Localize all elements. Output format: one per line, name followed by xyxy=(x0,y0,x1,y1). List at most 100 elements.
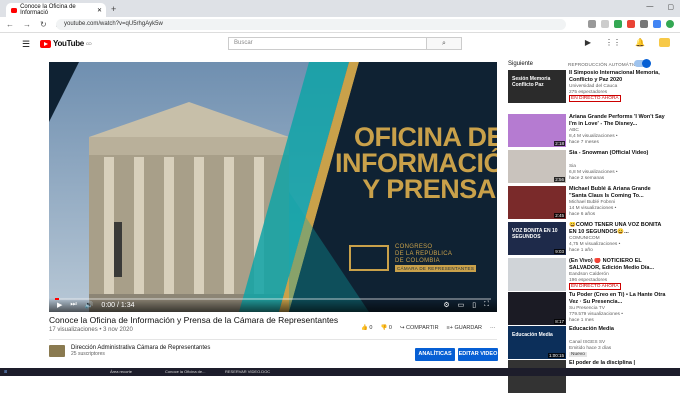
video-thumbnail[interactable] xyxy=(508,360,566,393)
up-next-label: Siguiente xyxy=(508,61,534,67)
edit-video-button[interactable]: EDITAR VIDEO xyxy=(458,348,498,361)
taskbar-item[interactable]: Conoce la Oficina de... xyxy=(165,369,205,375)
related-video[interactable]: Sesión Memoria Conflicto Paz II Simposio … xyxy=(508,70,668,104)
related-channel: COMUNICOM xyxy=(569,236,600,241)
play-icon[interactable]: ▶ xyxy=(57,301,62,309)
search-button[interactable]: ⌕ xyxy=(426,37,462,50)
close-tab-icon[interactable]: ✕ xyxy=(97,7,102,14)
avatar[interactable] xyxy=(659,38,670,47)
taskbar-item[interactable]: Área recorte xyxy=(110,369,132,375)
browser-tab[interactable]: Conoce la Oficina de Informació ✕ xyxy=(6,3,106,17)
related-video[interactable]: 2:18 Ariana Grande Performs 'I Won't Say … xyxy=(508,114,668,148)
extensions xyxy=(588,20,674,28)
like-button[interactable]: 👍 0 xyxy=(361,325,372,331)
video-player[interactable]: OFICINA DE INFORMACIÓN Y PRENSA CONGRESO… xyxy=(49,62,497,312)
related-title[interactable]: 😀COMO TENER UNA VOZ BONITA EN 10 SEGUNDO… xyxy=(569,222,669,235)
related-video[interactable]: (En Vivo) 🔴 NOTICIERO EL SALVADOR, Edici… xyxy=(508,258,668,292)
settings-icon[interactable]: ⚙ xyxy=(443,301,449,309)
theater-icon[interactable]: ▯ xyxy=(472,301,476,309)
save-button[interactable]: ≡+ GUARDAR xyxy=(447,325,482,331)
related-age: hace 1 año xyxy=(569,248,593,253)
video-thumbnail[interactable]: 2:18 xyxy=(508,114,566,147)
related-title[interactable]: Educación Media xyxy=(569,326,669,333)
next-icon[interactable]: ⏭ xyxy=(70,301,76,309)
congreso-line: DE COLOMBIA xyxy=(395,258,440,264)
related-video[interactable]: 2:56 Sia - Snowman (Official Video) Sia 6,8… xyxy=(508,150,668,184)
related-video[interactable]: VOZ BONITA EN 10 SEGUNDOS 9:03 😀COMO TENER… xyxy=(508,222,668,256)
autoplay-toggle[interactable] xyxy=(634,59,651,68)
youtube-favicon-icon xyxy=(11,7,18,13)
channel-avatar[interactable] xyxy=(49,345,65,357)
search-input[interactable]: Buscar xyxy=(228,37,448,50)
related-title[interactable]: El poder de la disciplina | xyxy=(569,360,669,367)
video-thumbnail[interactable]: Sesión Memoria Conflicto Paz xyxy=(508,70,566,103)
related-title[interactable]: (En Vivo) 🔴 NOTICIERO EL SALVADOR, Edici… xyxy=(569,258,669,271)
video-thumbnail[interactable]: 2:45 xyxy=(508,186,566,219)
thumbs-down-icon: 👎 xyxy=(380,325,388,331)
congreso-line: CONGRESO xyxy=(395,244,433,250)
star-icon[interactable] xyxy=(601,20,609,28)
menu-icon[interactable]: ☰ xyxy=(22,39,30,50)
notifications-icon[interactable]: 🔔 xyxy=(635,38,645,47)
related-age: EN DIRECTO AHORA xyxy=(569,95,621,102)
related-video[interactable]: 8:17 Tu Poder (Creo en Ti) • La Hante Otr… xyxy=(508,292,668,326)
profile-icon[interactable] xyxy=(666,20,674,28)
video-thumbnail[interactable]: 8:17 xyxy=(508,292,566,325)
related-video[interactable]: Educación Media 1:00:15 Educación Media Can… xyxy=(508,326,668,360)
new-tab-icon[interactable]: + xyxy=(111,4,116,14)
video-thumbnail[interactable] xyxy=(508,258,566,291)
extension-icon[interactable] xyxy=(614,20,622,28)
maximize-icon[interactable]: ▢ xyxy=(667,3,674,11)
back-icon[interactable]: ← xyxy=(6,20,14,29)
taskbar-item[interactable]: RESERVAR VIDEO.DOC xyxy=(225,369,270,375)
thumbs-up-icon: 👍 xyxy=(361,325,368,331)
channel-row: Dirección Administrativa Cámara de Repre… xyxy=(49,345,210,357)
related-views: 14 M visualizaciones • xyxy=(569,206,617,211)
related-channel: Su Presencia TV xyxy=(569,306,605,311)
video-thumbnail[interactable]: Educación Media 1:00:15 xyxy=(508,326,566,359)
autoplay-label: REPRODUCCIÓN AUTOMÁTICA xyxy=(568,62,641,67)
extension-icon[interactable] xyxy=(588,20,596,28)
url-field[interactable]: youtube.com/watch?v=qU5rhgAyk5w xyxy=(56,19,566,30)
more-button[interactable]: ··· xyxy=(490,325,496,331)
video-duration: 9:03 xyxy=(554,249,565,254)
apps-icon[interactable]: ⋮⋮ xyxy=(605,38,621,47)
create-video-icon[interactable]: ▶ xyxy=(585,38,591,47)
start-icon[interactable]: ⊞ xyxy=(4,369,7,375)
progress-bar[interactable] xyxy=(55,298,491,300)
browser-tab-bar: Conoce la Oficina de Informació ✕ + — ▢ xyxy=(0,0,680,17)
related-title[interactable]: Ariana Grande Performs 'I Won't Say I'm … xyxy=(569,114,669,127)
channel-subscribers: 25 suscriptores xyxy=(71,351,105,357)
related-video[interactable]: 2:45 Michael Bublé & Ariana Grande "Santa… xyxy=(508,186,668,220)
minimize-icon[interactable]: — xyxy=(646,3,653,11)
extension-icon[interactable] xyxy=(653,20,661,28)
related-title[interactable]: Michael Bublé & Ariana Grande "Santa Cla… xyxy=(569,186,669,199)
related-title[interactable]: II Simposio Internacional Memoria, Confl… xyxy=(569,70,669,83)
reload-icon[interactable]: ↻ xyxy=(40,20,47,29)
related-views: 779.579 visualizaciones • xyxy=(569,312,623,317)
congreso-logo: CONGRESO DE LA REPÚBLICA DE COLOMBIA CÁM… xyxy=(349,240,489,276)
extension-icon[interactable] xyxy=(627,20,635,28)
analytics-button[interactable]: ANALÍTICAS xyxy=(415,348,455,361)
video-duration: 2:45 xyxy=(554,213,565,218)
controls-left: ▶ ⏭ 🔊 0:00 / 1:34 xyxy=(57,301,135,309)
search-icon: ⌕ xyxy=(442,40,446,47)
share-button[interactable]: ↪ COMPARTIR xyxy=(400,325,439,331)
forward-icon[interactable]: → xyxy=(23,20,31,29)
controls-right: ⚙ ▭ ▯ ⛶ xyxy=(443,301,489,309)
time-display: 0:00 / 1:34 xyxy=(101,301,135,309)
related-age: hace 1 mes xyxy=(569,318,594,323)
related-title[interactable]: Tu Poder (Creo en Ti) • La Hante Otra Ve… xyxy=(569,292,669,305)
fullscreen-icon[interactable]: ⛶ xyxy=(484,301,489,309)
miniplayer-icon[interactable]: ▭ xyxy=(458,301,465,309)
dislike-button[interactable]: 👎 0 xyxy=(380,325,391,331)
extension-icon[interactable] xyxy=(640,20,648,28)
related-title[interactable]: Sia - Snowman (Official Video) xyxy=(569,150,669,157)
youtube-logo[interactable]: YouTube CO xyxy=(40,39,92,48)
video-thumbnail[interactable]: VOZ BONITA EN 10 SEGUNDOS 9:03 xyxy=(508,222,566,255)
volume-icon[interactable]: 🔊 xyxy=(85,301,94,309)
related-age: hace 6 años xyxy=(569,212,596,217)
progress-fill xyxy=(55,298,60,300)
youtube-play-icon xyxy=(40,39,51,48)
video-thumbnail[interactable]: 2:56 xyxy=(508,150,566,183)
